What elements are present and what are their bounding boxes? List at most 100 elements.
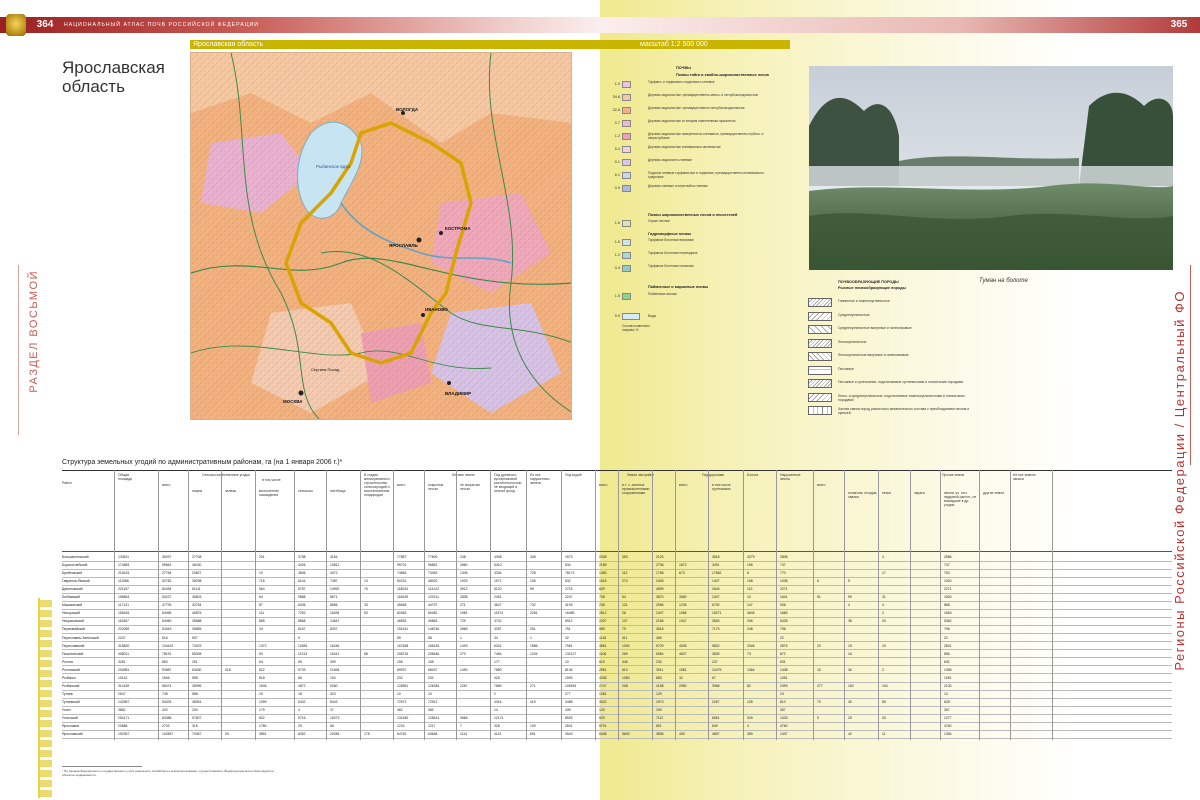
table-cell: 865 [259, 619, 265, 624]
table-cell: 419 [530, 699, 536, 704]
table-cell: 801 [656, 724, 662, 729]
table-cell: 2407 [712, 595, 720, 600]
table-cell: 26 [882, 716, 886, 720]
map-title-bar-region: Ярославская область [193, 41, 264, 48]
legend-percent: 6.1 [614, 173, 620, 177]
table-cell: 829 [599, 716, 605, 720]
table-cell: 1 [460, 635, 462, 640]
table-cell: 2 [882, 611, 884, 616]
table-cell: 2345 [747, 643, 755, 648]
map-label-moscow: МОСКВА [283, 399, 303, 404]
col-bogs: Болота [747, 473, 759, 477]
table-cell: 1114 [460, 732, 468, 737]
table-cell: 3666 [460, 716, 468, 720]
table-cell: 708 [599, 595, 605, 600]
table-cell: 8656 [330, 603, 338, 608]
table-cell: 10811 [330, 563, 340, 568]
table-cell: 37 [330, 707, 334, 712]
table-cell: 78173 [565, 571, 575, 576]
legend-percent: 1.2 [614, 253, 620, 257]
table-cell: 868 [944, 603, 950, 608]
table-row: Ростовский 204981 93987 63430 318 822 9743 2169… [62, 667, 1172, 675]
soil-legend: ПОЧВЫ Почвы тайги и хвойно-широколиствен… [600, 66, 800, 336]
table-cell: 1500 [944, 595, 952, 600]
table-cell: 1758 [656, 571, 664, 576]
legend-percent: 34.8 [612, 95, 620, 99]
col-other-3: овраги [914, 491, 925, 495]
table-cell: 2271 [944, 587, 952, 592]
legend-label: Торфяные болотные верховые [648, 238, 694, 242]
table-cell: 4645 [747, 611, 755, 616]
table-cell: 55474 [162, 683, 172, 688]
table-cell: 2 [494, 691, 496, 696]
table-cell: 10 [565, 659, 569, 664]
table-cell: 9 [298, 635, 300, 640]
table-cell: 111 [259, 611, 265, 616]
table-cell: 6408 [599, 732, 607, 737]
district-name: Большесельский [62, 555, 89, 559]
table-cell: 85 [882, 699, 886, 704]
col-agri-total: всего [162, 483, 171, 487]
bog-photo [809, 66, 1173, 270]
table-cell: 198663 [118, 595, 130, 600]
table-cell: 155 [428, 659, 434, 664]
map-scale-label: масштаб 1:2 500 000 [640, 41, 708, 48]
legend-row: 32.8 Дерново-подзолистые, преимущественно… [600, 106, 800, 115]
legend-water-percent: 9.9 [614, 314, 620, 318]
legend-note: Состав почвенного покрова, % [622, 324, 651, 332]
table-cell: 54325 [162, 699, 172, 704]
table-cell: 182 [848, 683, 854, 688]
table-cell: 1929 [460, 579, 468, 584]
district-name: Брейтовский [62, 571, 83, 576]
table-cell: 64065 [162, 611, 172, 616]
table-cell: 15273 [330, 716, 340, 720]
table-cell: 863 [162, 659, 168, 664]
table-cell: 8307 [330, 627, 338, 632]
regions-label: Регионы Российской Федерации / Центральн… [1172, 290, 1187, 671]
table-cell: 9716 [298, 716, 306, 720]
table-cell: 114122 [428, 587, 440, 592]
table-cell: 30 [848, 699, 852, 704]
table-cell: 1333 [780, 716, 788, 720]
legend-group-4: Пойменные и маршевые почвы [648, 285, 709, 289]
legend-row: 1.2 Дерново-подзолистые поверхностно-глее… [600, 132, 800, 141]
table-cell: 32 [679, 675, 683, 680]
table-cell: 16 [848, 651, 852, 656]
table-cell: 729 [460, 619, 466, 624]
district-name: Гаврилов-Ямский [62, 579, 90, 584]
table-cell: 1586 [530, 643, 538, 648]
table-cell: 4760 [780, 724, 788, 729]
table-column-rule [940, 470, 941, 740]
table-cell: 745 [162, 691, 168, 696]
table-cell: 118034 [397, 587, 409, 592]
table-cell: 3861 [599, 643, 607, 648]
table-cell: 126284 [428, 683, 440, 688]
table-cell: 46592 [397, 619, 407, 624]
table-cell: 7850 [494, 667, 502, 672]
table-cell: 8525 [565, 716, 573, 720]
table-cell: 14647 [330, 619, 340, 624]
table-cell: 3912 [460, 587, 468, 592]
table-cell: 64 [259, 595, 263, 600]
table-cell: 35297 [162, 555, 172, 559]
table-cell: 55308 [192, 651, 202, 656]
table-cell: 335 [530, 555, 536, 559]
table-cell: 4607 [679, 651, 687, 656]
table-cell: 70 [817, 699, 821, 704]
table-cell: 17 [882, 571, 886, 576]
table-cell: 251 [530, 627, 536, 632]
col-swamp-a: в т. ч. занятые промышленными сооружения… [622, 483, 650, 495]
table-column-rule [114, 470, 115, 740]
legend-swatch [622, 172, 631, 179]
table-cell: 11828 [330, 611, 340, 616]
table-cell: 3080 [679, 595, 687, 600]
table-cell: 74223 [192, 643, 202, 648]
table-cell: 20827 [192, 571, 202, 576]
table-column-rule [595, 470, 596, 740]
legend-row: 0.9 Дерново-глеевые и перегнойно-глеевые [600, 184, 800, 193]
table-cell: 1872 [679, 563, 687, 568]
table-cell: 3543 [565, 732, 573, 737]
table-cell: 1593 [565, 675, 573, 680]
table-cell: 222069 [118, 627, 130, 632]
table-cell: 74 [747, 651, 751, 656]
